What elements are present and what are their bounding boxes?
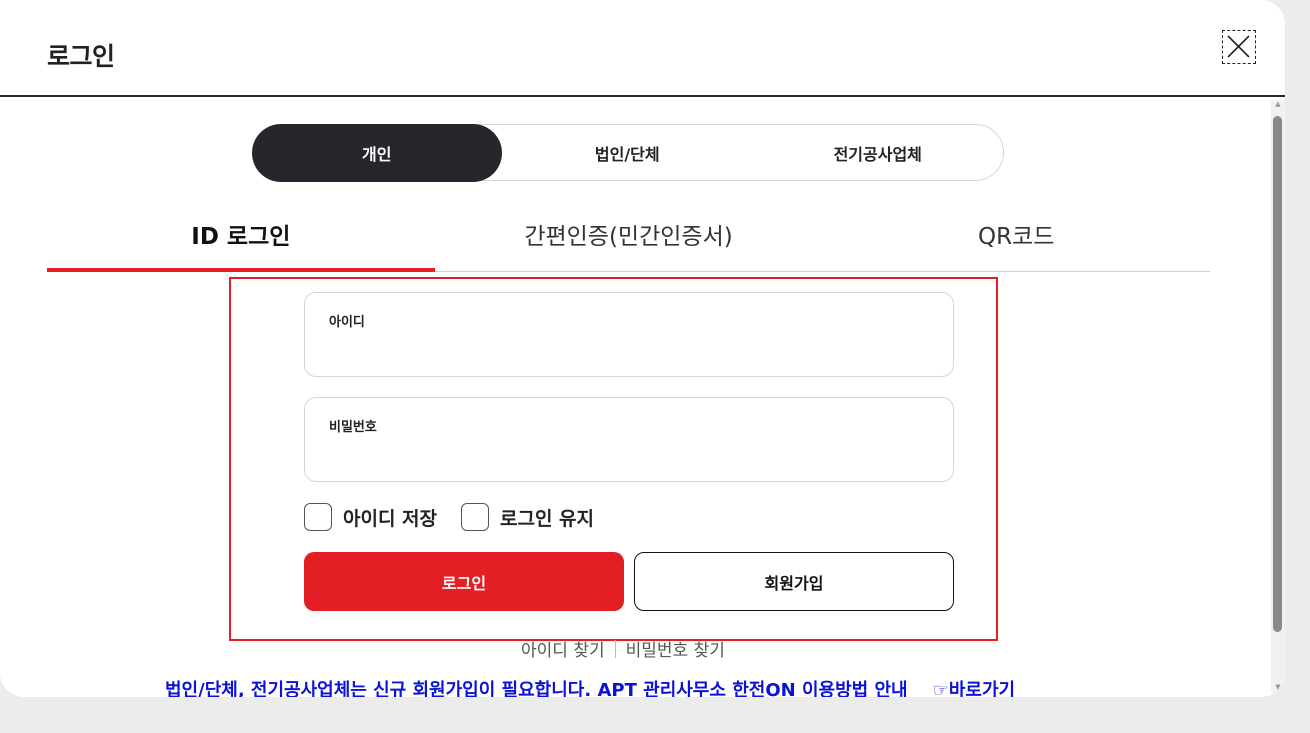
link-divider [614, 639, 616, 658]
id-field-label: 아이디 [329, 315, 365, 330]
keep-login-label: 로그인 유지 [500, 507, 595, 530]
join-button[interactable]: 회원가입 [634, 552, 954, 611]
member-type-corporate[interactable]: 법인/단체 [502, 125, 753, 180]
scrollbar-thumb[interactable] [1273, 116, 1282, 632]
member-type-electrical-contractor[interactable]: 전기공사업체 [753, 125, 1004, 180]
checkbox-icon[interactable] [304, 503, 332, 531]
password-input[interactable] [327, 440, 931, 470]
pointing-hand-icon: ☞ [932, 680, 949, 697]
login-modal: 로그인 개인 법인/단체 전기공사업체 ID 로그인 간편인증(민간인증서) Q… [0, 0, 1285, 697]
scroll-up-arrow-icon[interactable]: ▲ [1272, 100, 1284, 108]
login-button[interactable]: 로그인 [304, 552, 624, 611]
notice-link[interactable]: 법인/단체, 전기공사업체는 신규 회원가입이 필요합니다. APT 관리사무소… [165, 676, 1015, 697]
notice-text: 법인/단체, 전기공사업체는 신규 회원가입이 필요합니다. APT 관리사무소… [165, 680, 908, 697]
keep-login-checkbox[interactable]: 로그인 유지 [461, 503, 594, 531]
close-button[interactable] [1222, 30, 1256, 64]
member-type-selector: 개인 법인/단체 전기공사업체 [251, 123, 1004, 182]
header-divider [0, 95, 1285, 97]
tab-qr-code[interactable]: QR코드 [822, 205, 1210, 271]
checkbox-icon[interactable] [461, 503, 489, 531]
modal-title: 로그인 [47, 42, 115, 71]
id-field[interactable]: 아이디 [304, 292, 954, 377]
save-id-label: 아이디 저장 [343, 507, 438, 530]
login-method-tabs: ID 로그인 간편인증(민간인증서) QR코드 [47, 205, 1210, 272]
password-field-label: 비밀번호 [329, 420, 377, 435]
member-type-personal[interactable]: 개인 [251, 123, 502, 182]
shortcut-label[interactable]: 바로가기 [949, 680, 1015, 697]
tab-id-login[interactable]: ID 로그인 [47, 205, 435, 272]
save-id-checkbox[interactable]: 아이디 저장 [304, 503, 437, 531]
scroll-down-arrow-icon[interactable]: ▼ [1272, 683, 1284, 691]
tab-simple-auth[interactable]: 간편인증(민간인증서) [435, 205, 823, 271]
find-id-link[interactable]: 아이디 찾기 [521, 636, 605, 661]
close-icon [1227, 35, 1250, 58]
id-input[interactable] [327, 335, 931, 365]
find-password-link[interactable]: 비밀번호 찾기 [626, 636, 725, 661]
find-account-links: 아이디 찾기 비밀번호 찾기 [521, 636, 725, 661]
password-field[interactable]: 비밀번호 [304, 397, 954, 482]
